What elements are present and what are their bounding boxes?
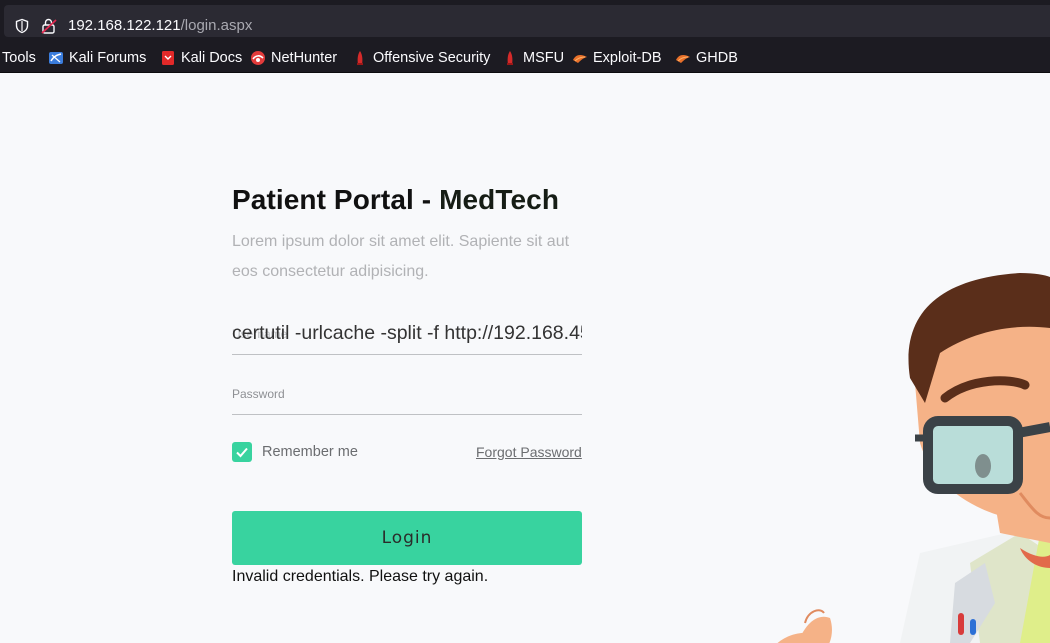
kali-forums-icon — [49, 52, 63, 64]
remember-checkbox[interactable] — [232, 442, 252, 462]
url-host: 192.168.122.121 — [68, 17, 181, 34]
remember-label: Remember me — [262, 444, 358, 460]
title-brand: MedTech — [439, 184, 560, 215]
bookmark-label: Kali Docs — [181, 50, 243, 66]
password-field: Password — [232, 373, 582, 415]
bookmark-label: Exploit-DB — [593, 50, 662, 66]
bookmark-label: NetHunter — [271, 50, 338, 66]
page-subtitle: Lorem ipsum dolor sit amet elit. Sapient… — [232, 233, 570, 280]
pen-red-icon — [958, 613, 964, 635]
login-page: Patient Portal - MedTech Lorem ipsum dol… — [0, 73, 1050, 643]
page-title: Patient Portal - MedTech — [232, 184, 559, 216]
url-path: /login.aspx — [180, 17, 253, 34]
exploit-db-icon — [573, 55, 587, 63]
bookmarks-toolbar: Tools Kali Forums Kali Docs NetHunter Of… — [0, 42, 1050, 73]
pen-blue-icon — [970, 619, 976, 635]
url-text[interactable]: 192.168.122.121/login.aspx — [68, 17, 252, 35]
bookmark-kali-docs[interactable]: Kali Docs — [160, 48, 242, 68]
bookmark-ghdb[interactable]: GHDB — [675, 48, 738, 68]
bookmark-offensive-security[interactable]: Offensive Security — [352, 48, 490, 68]
bookmark-label: GHDB — [696, 50, 738, 66]
login-button[interactable]: Login — [232, 511, 582, 565]
msfu-icon — [507, 51, 513, 65]
bookmark-label: Kali Forums — [69, 50, 147, 66]
bookmark-label: Tools — [2, 50, 36, 66]
nethunter-icon — [251, 51, 265, 65]
kali-docs-icon — [162, 51, 174, 65]
bookmark-kali-forums[interactable]: Kali Forums — [48, 48, 146, 68]
bookmark-exploit-db[interactable]: Exploit-DB — [572, 48, 662, 68]
browser-toolbar: 192.168.122.121/login.aspx — [0, 0, 1050, 42]
bookmark-nethunter[interactable]: NetHunter — [250, 48, 337, 68]
title-prefix: Patient Portal - — [232, 184, 440, 215]
address-bar[interactable]: 192.168.122.121/login.aspx — [4, 5, 1050, 37]
bookmark-label: Offensive Security — [373, 50, 491, 66]
doctor-illustration — [777, 273, 1050, 643]
remember-me[interactable]: Remember me — [232, 442, 358, 462]
insecure-lock-icon[interactable] — [40, 17, 58, 35]
bookmark-msfu[interactable]: MSFU — [502, 48, 564, 68]
password-input[interactable] — [232, 383, 582, 407]
offsec-icon — [357, 51, 363, 65]
error-message: Invalid credentials. Please try again. — [232, 568, 489, 585]
bookmark-label: MSFU — [523, 50, 565, 66]
tracking-protection-icon[interactable] — [14, 18, 30, 34]
username-field: Username — [232, 303, 582, 355]
checkmark-icon — [236, 447, 248, 458]
forgot-password-link[interactable]: Forgot Password — [476, 444, 582, 460]
bookmark-tools[interactable]: Tools — [2, 48, 36, 68]
username-input[interactable] — [232, 319, 582, 347]
ghdb-icon — [676, 55, 690, 63]
